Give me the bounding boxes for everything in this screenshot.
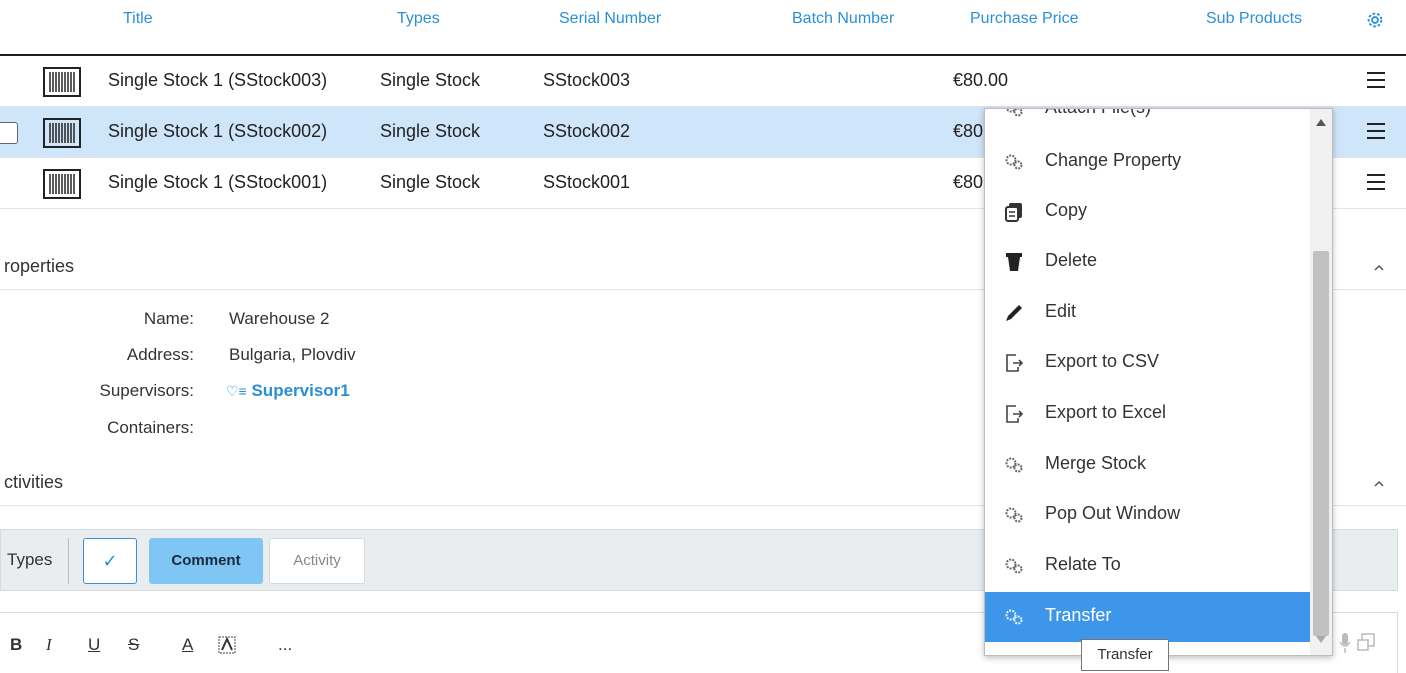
col-sub-products[interactable]: Sub Products <box>1206 10 1302 28</box>
pencil-icon <box>1006 305 1022 321</box>
trash-icon <box>1006 253 1022 271</box>
menu-item-change-property[interactable]: Change Property <box>985 137 1311 187</box>
table-header: Title Types Serial Number Batch Number P… <box>0 0 1406 56</box>
supervisor-link[interactable]: ♡≡ Supervisor1 <box>226 381 350 401</box>
menu-scrollbar[interactable] <box>1310 109 1332 655</box>
barcode-icon <box>43 67 81 97</box>
select-all-types-button[interactable]: ✓ <box>83 538 137 584</box>
underline-button[interactable]: U <box>88 635 100 655</box>
barcode-icon <box>43 169 81 199</box>
row-title[interactable]: Single Stock 1 (SStock003) <box>108 70 327 91</box>
scrollbar-thumb[interactable] <box>1313 251 1329 636</box>
supervisors-label: Supervisors: <box>99 381 194 400</box>
gears-icon <box>1005 609 1023 625</box>
menu-item-label: Pop Out Window <box>1045 503 1181 523</box>
menu-item-transfer[interactable]: Transfer <box>985 592 1311 642</box>
col-serial-number[interactable]: Serial Number <box>559 10 661 28</box>
more-options-button[interactable]: ... <box>278 635 292 655</box>
row-serial: SStock001 <box>543 172 631 192</box>
menu-item-label: Attach File(s) <box>1045 109 1151 118</box>
hamburger-menu-icon[interactable] <box>1365 120 1387 142</box>
properties-title: roperties <box>4 256 75 276</box>
export-icon <box>1006 354 1024 372</box>
italic-button[interactable]: I <box>46 635 52 655</box>
menu-item-label: Copy <box>1045 200 1088 220</box>
menu-item-label: Edit <box>1045 301 1077 321</box>
menu-item-label: Export to Excel <box>1045 402 1167 422</box>
menu-item-attach-files[interactable]: Attach File(s) <box>985 109 1311 134</box>
gears-icon <box>1005 558 1023 574</box>
row-title[interactable]: Single Stock 1 (SStock001) <box>108 172 327 193</box>
address-value: Bulgaria, Plovdiv <box>229 345 356 364</box>
hamburger-menu-icon[interactable] <box>1365 69 1387 91</box>
row-title[interactable]: Single Stock 1 (SStock002) <box>108 121 327 142</box>
menu-item-label: Merge Stock <box>1045 453 1147 473</box>
gears-icon <box>1005 109 1023 117</box>
name-value: Warehouse 2 <box>229 309 330 328</box>
menu-item-pop-out-window[interactable]: Pop Out Window <box>985 490 1311 540</box>
font-color-button[interactable]: A <box>182 635 193 655</box>
col-title[interactable]: Title <box>123 10 153 28</box>
row-price: €80.00 <box>953 70 1009 90</box>
gears-icon <box>1005 154 1023 170</box>
highlight-color-icon[interactable] <box>217 635 237 655</box>
row-serial: SStock002 <box>543 121 631 141</box>
barcode-icon <box>43 118 81 148</box>
chevron-up-icon[interactable] <box>1372 478 1386 488</box>
copy-icon <box>1005 203 1022 222</box>
gears-icon <box>1005 507 1023 523</box>
activity-type-button[interactable]: Activity <box>269 538 365 584</box>
menu-item-delete[interactable]: Delete <box>985 237 1311 287</box>
strikethrough-button[interactable]: S <box>128 635 139 655</box>
supervisor-name: Supervisor1 <box>251 381 350 400</box>
menu-item-edit[interactable]: Edit <box>985 288 1311 338</box>
row-price: €80 <box>953 172 984 192</box>
export-icon <box>1006 405 1024 423</box>
tooltip: Transfer <box>1081 639 1169 671</box>
row-serial: SStock003 <box>543 70 631 90</box>
col-types[interactable]: Types <box>397 10 440 28</box>
table-row[interactable]: Single Stock 1 (SStock003) Single Stock … <box>0 56 1406 107</box>
menu-item-export-csv[interactable]: Export to CSV <box>985 338 1311 388</box>
menu-item-export-excel[interactable]: Export to Excel <box>985 389 1311 439</box>
settings-gear-icon[interactable] <box>1364 9 1386 31</box>
menu-item-label: Delete <box>1045 250 1098 270</box>
name-label: Name: <box>143 309 194 328</box>
containers-label: Containers: <box>107 418 194 437</box>
microphone-icon[interactable] <box>1338 630 1378 656</box>
address-label: Address: <box>126 345 194 364</box>
hamburger-menu-icon[interactable] <box>1365 171 1387 193</box>
col-purchase-price[interactable]: Purchase Price <box>970 10 1079 28</box>
menu-item-merge-stock[interactable]: Merge Stock <box>985 440 1311 490</box>
row-type: Single Stock <box>380 70 481 90</box>
row-checkbox[interactable] <box>0 122 18 144</box>
context-menu: Attach File(s) Change Property Copy Dele… <box>984 108 1333 656</box>
bold-button[interactable]: B <box>10 635 22 655</box>
divider <box>68 538 69 584</box>
menu-item-copy[interactable]: Copy <box>985 187 1311 237</box>
col-batch-number[interactable]: Batch Number <box>792 10 894 28</box>
types-label: Types <box>7 550 53 569</box>
row-type: Single Stock <box>380 172 481 192</box>
gears-icon <box>1005 457 1023 473</box>
activities-title: ctivities <box>4 472 64 492</box>
row-price: €80 <box>953 121 984 141</box>
menu-item-relate-to[interactable]: Relate To <box>985 541 1311 591</box>
menu-item-label: Change Property <box>1045 150 1182 170</box>
user-group-icon: ♡≡ <box>226 383 247 399</box>
menu-item-label: Transfer <box>1045 605 1112 625</box>
chevron-up-icon[interactable] <box>1372 262 1386 272</box>
row-type: Single Stock <box>380 121 481 141</box>
scroll-down-arrow-icon[interactable] <box>1316 636 1326 643</box>
scroll-up-arrow-icon[interactable] <box>1316 119 1326 126</box>
menu-item-label: Relate To <box>1045 554 1121 574</box>
menu-item-label: Export to CSV <box>1045 351 1160 371</box>
comment-type-button[interactable]: Comment <box>149 538 263 584</box>
